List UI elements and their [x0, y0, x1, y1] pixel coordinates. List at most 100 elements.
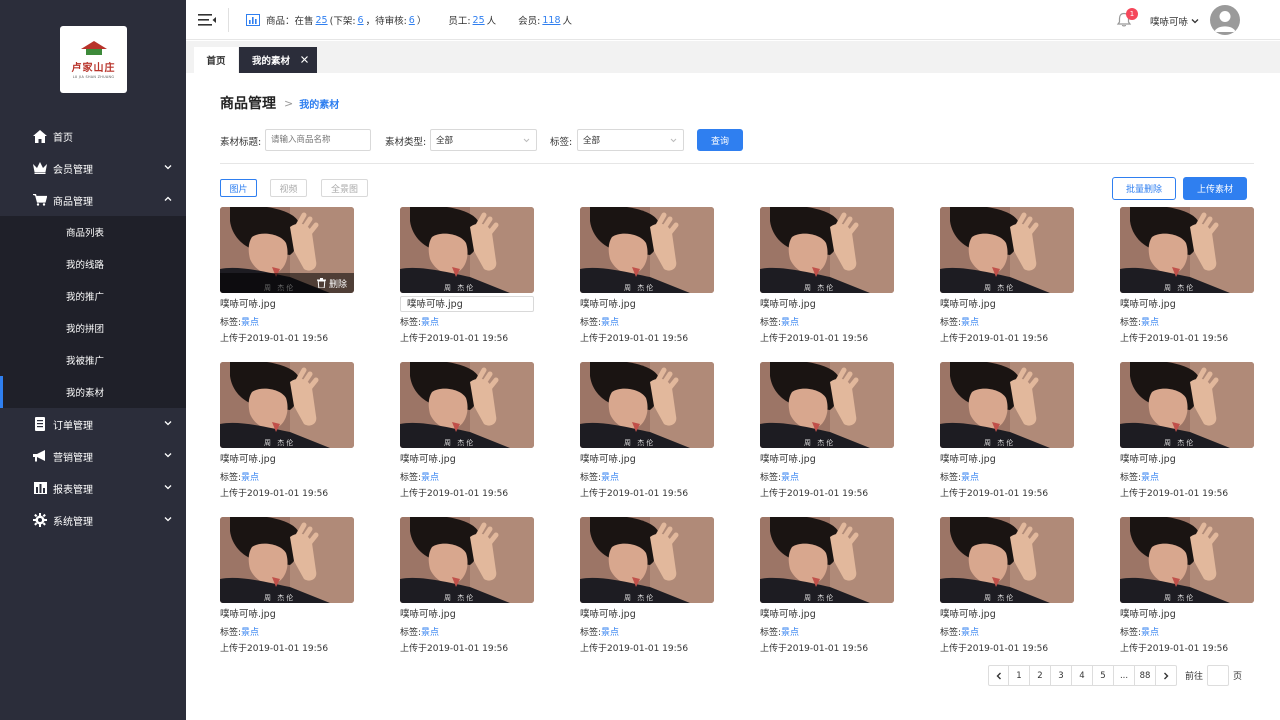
material-card[interactable]: 周 杰伦 噗哧可哧.jpg 标签:景点 上传于2019-01-01 19:56: [940, 362, 1074, 502]
material-thumbnail[interactable]: 周 杰伦: [220, 362, 354, 448]
tag-value-link[interactable]: 景点: [1141, 318, 1159, 328]
sidebar-item-reports[interactable]: 报表管理: [0, 472, 186, 504]
material-thumbnail[interactable]: 周 杰伦: [760, 207, 894, 293]
sidebar-item-members[interactable]: 会员管理: [0, 152, 186, 184]
tag-value-link[interactable]: 景点: [421, 318, 439, 328]
material-card[interactable]: 周 杰伦删除噗哧可哧.jpg 标签:景点上传于2019-01-01 19:56: [220, 207, 354, 347]
page-button[interactable]: 4: [1072, 665, 1093, 686]
material-card[interactable]: 周 杰伦 噗哧可哧.jpg 标签:景点 上传于2019-01-01 19:56: [580, 362, 714, 502]
material-card[interactable]: 周 杰伦 噗哧可哧.jpg 标签:景点 上传于2019-01-01 19:56: [1120, 517, 1254, 657]
tag-value-link[interactable]: 景点: [781, 628, 799, 638]
page-button[interactable]: 2: [1030, 665, 1051, 686]
type-tab-panorama[interactable]: 全景图: [321, 179, 368, 197]
tag-value-link[interactable]: 景点: [1141, 628, 1159, 638]
material-thumbnail[interactable]: 周 杰伦: [400, 207, 534, 293]
material-card[interactable]: 周 杰伦 噗哧可哧.jpg 标签:景点 上传于2019-01-01 19:56: [220, 362, 354, 502]
material-card[interactable]: 周 杰伦 噗哧可哧.jpg 标签:景点 上传于2019-01-01 19:56: [760, 362, 894, 502]
material-thumbnail[interactable]: 周 杰伦: [940, 517, 1074, 603]
type-tab-image[interactable]: 图片: [220, 179, 257, 197]
delete-overlay-button[interactable]: 删除: [220, 273, 354, 293]
material-thumbnail[interactable]: 周 杰伦删除: [220, 207, 354, 293]
material-name-input[interactable]: 噗哧可哧.jpg: [400, 296, 534, 312]
tag-value-link[interactable]: 景点: [241, 628, 259, 638]
staff-count[interactable]: 25: [473, 15, 485, 26]
tag-value-link[interactable]: 景点: [601, 628, 619, 638]
title-search-input[interactable]: [265, 129, 371, 151]
tag-value-link[interactable]: 景点: [241, 473, 259, 483]
page-button[interactable]: 3: [1051, 665, 1072, 686]
tab-home[interactable]: 首页: [194, 47, 238, 73]
type-select[interactable]: 全部: [430, 129, 537, 151]
query-button[interactable]: 查询: [697, 129, 743, 151]
sidebar-subitem-my-routes[interactable]: 我的线路: [0, 248, 186, 280]
material-card[interactable]: 周 杰伦 噗哧可哧.jpg 标签:景点 上传于2019-01-01 19:56: [580, 517, 714, 657]
sidebar-subitem-promoted-by[interactable]: 我被推广: [0, 344, 186, 376]
material-card[interactable]: 周 杰伦 噗哧可哧.jpg 标签:景点 上传于2019-01-01 19:56: [580, 207, 714, 347]
sidebar-item-goods[interactable]: 商品管理: [0, 184, 186, 216]
pending-count[interactable]: 6: [409, 15, 415, 26]
tag-value-link[interactable]: 景点: [241, 318, 259, 328]
material-thumbnail[interactable]: 周 杰伦: [580, 207, 714, 293]
tag-value-link[interactable]: 景点: [601, 318, 619, 328]
material-card[interactable]: 周 杰伦 噗哧可哧.jpg 标签:景点 上传于2019-01-01 19:56: [940, 517, 1074, 657]
tag-value-link[interactable]: 景点: [781, 318, 799, 328]
breadcrumb[interactable]: 我的素材: [299, 96, 339, 111]
batch-delete-button[interactable]: 批量删除: [1112, 177, 1176, 200]
material-thumbnail[interactable]: 周 杰伦: [760, 517, 894, 603]
material-card[interactable]: 周 杰伦 噗哧可哧.jpg 标签:景点 上传于2019-01-01 19:56: [940, 207, 1074, 347]
tag-value-link[interactable]: 景点: [601, 473, 619, 483]
material-card[interactable]: 周 杰伦 噗哧可哧.jpg 标签:景点 上传于2019-01-01 19:56: [400, 517, 534, 657]
tag-value-link[interactable]: 景点: [421, 473, 439, 483]
material-card[interactable]: 周 杰伦 噗哧可哧.jpg 标签:景点 上传于2019-01-01 19:56: [400, 207, 534, 347]
material-thumbnail[interactable]: 周 杰伦: [400, 517, 534, 603]
tag-value-link[interactable]: 景点: [781, 473, 799, 483]
user-menu[interactable]: 噗哧可哧: [1150, 14, 1199, 28]
material-card[interactable]: 周 杰伦 噗哧可哧.jpg 标签:景点 上传于2019-01-01 19:56: [760, 207, 894, 347]
tag-value-link[interactable]: 景点: [961, 473, 979, 483]
tag-value-link[interactable]: 景点: [1141, 473, 1159, 483]
sidebar-item-system[interactable]: 系统管理: [0, 504, 186, 536]
tag-value-link[interactable]: 景点: [961, 318, 979, 328]
tab-my-materials[interactable]: 我的素材: [239, 47, 317, 73]
material-card[interactable]: 周 杰伦 噗哧可哧.jpg 标签:景点 上传于2019-01-01 19:56: [760, 517, 894, 657]
menu-toggle-icon[interactable]: [198, 12, 216, 28]
sidebar-subitem-my-materials[interactable]: 我的素材: [0, 376, 186, 408]
sidebar-item-home[interactable]: 首页: [0, 120, 186, 152]
page-button[interactable]: 88: [1135, 665, 1156, 686]
prev-page-button[interactable]: [988, 665, 1009, 686]
sidebar-subitem-goods-list[interactable]: 商品列表: [0, 216, 186, 248]
material-card[interactable]: 周 杰伦 噗哧可哧.jpg 标签:景点 上传于2019-01-01 19:56: [1120, 207, 1254, 347]
material-card[interactable]: 周 杰伦 噗哧可哧.jpg 标签:景点 上传于2019-01-01 19:56: [400, 362, 534, 502]
sidebar-subitem-my-promotions[interactable]: 我的推广: [0, 280, 186, 312]
page-button[interactable]: 1: [1009, 665, 1030, 686]
material-thumbnail[interactable]: 周 杰伦: [220, 517, 354, 603]
material-thumbnail[interactable]: 周 杰伦: [400, 362, 534, 448]
upload-button[interactable]: 上传素材: [1183, 177, 1247, 200]
material-thumbnail[interactable]: 周 杰伦: [760, 362, 894, 448]
material-thumbnail[interactable]: 周 杰伦: [940, 207, 1074, 293]
tag-select[interactable]: 全部: [577, 129, 684, 151]
next-page-button[interactable]: [1156, 665, 1177, 686]
sidebar-subitem-my-group-buys[interactable]: 我的拼团: [0, 312, 186, 344]
member-count[interactable]: 118: [542, 15, 560, 26]
close-icon[interactable]: [300, 55, 309, 64]
material-card[interactable]: 周 杰伦 噗哧可哧.jpg 标签:景点 上传于2019-01-01 19:56: [1120, 362, 1254, 502]
material-thumbnail[interactable]: 周 杰伦: [1120, 207, 1254, 293]
material-thumbnail[interactable]: 周 杰伦: [1120, 362, 1254, 448]
page-button[interactable]: 5: [1093, 665, 1114, 686]
tag-value-link[interactable]: 景点: [961, 628, 979, 638]
avatar[interactable]: [1210, 5, 1240, 35]
material-thumbnail[interactable]: 周 杰伦: [580, 362, 714, 448]
sidebar-item-orders[interactable]: 订单管理: [0, 408, 186, 440]
sidebar-item-marketing[interactable]: 营销管理: [0, 440, 186, 472]
on-sale-count[interactable]: 25: [316, 15, 328, 26]
type-tab-video[interactable]: 视频: [270, 179, 307, 197]
tag-value-link[interactable]: 景点: [421, 628, 439, 638]
material-thumbnail[interactable]: 周 杰伦: [580, 517, 714, 603]
material-thumbnail[interactable]: 周 杰伦: [1120, 517, 1254, 603]
logo[interactable]: 卢家山庄 LU JIA SHAN ZHUANG: [60, 26, 127, 93]
off-shelf-count[interactable]: 6: [358, 15, 364, 26]
goto-page-input[interactable]: [1207, 665, 1230, 686]
material-thumbnail[interactable]: 周 杰伦: [940, 362, 1074, 448]
material-card[interactable]: 周 杰伦 噗哧可哧.jpg 标签:景点 上传于2019-01-01 19:56: [220, 517, 354, 657]
